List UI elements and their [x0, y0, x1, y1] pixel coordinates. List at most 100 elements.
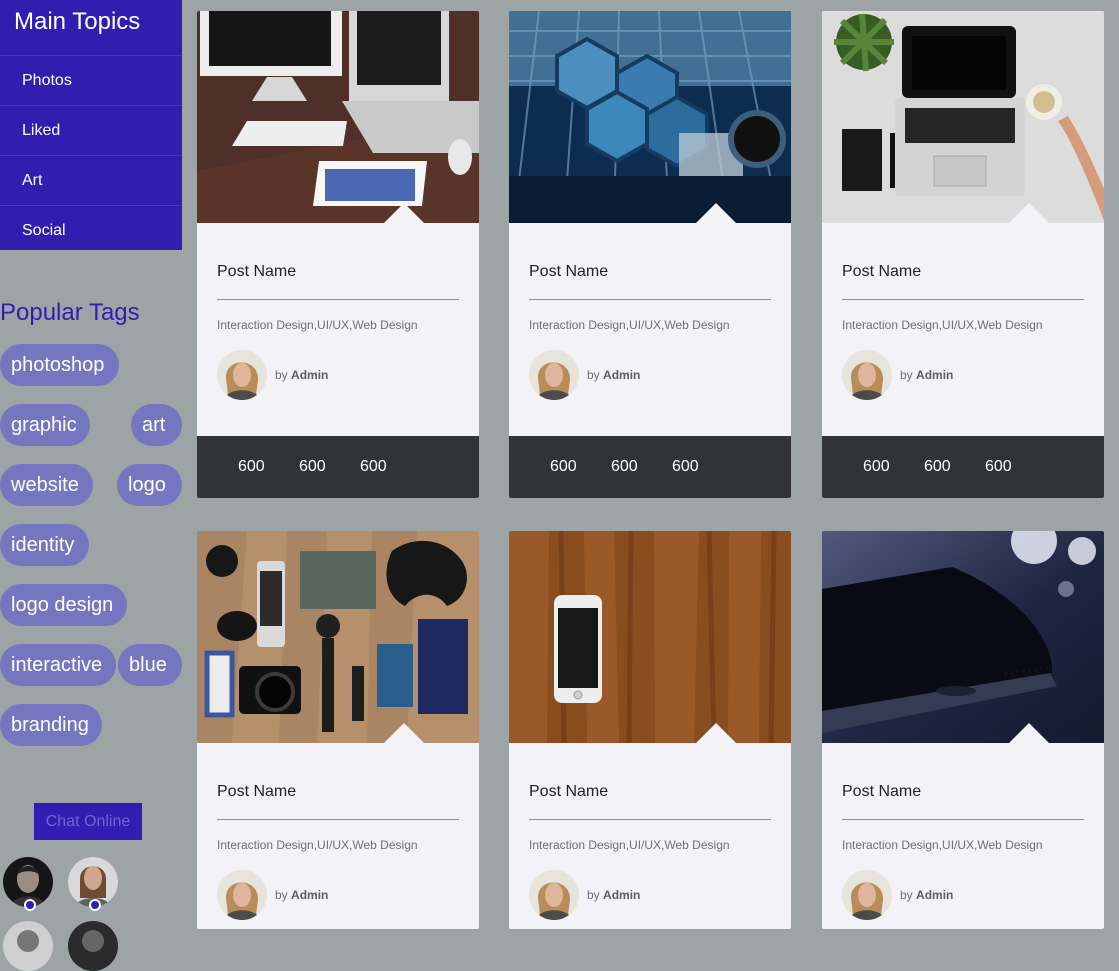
- image-notch: [1009, 203, 1049, 223]
- author-avatar-icon: [842, 350, 892, 400]
- post-card-footer: 600 600 600: [509, 436, 791, 498]
- post-author: by Admin: [900, 368, 953, 382]
- tag-art[interactable]: art: [131, 404, 182, 446]
- dark-phone-photo-icon: [822, 531, 1104, 743]
- post-image[interactable]: [509, 11, 791, 223]
- popular-tags-title: Popular Tags: [0, 299, 140, 326]
- author-avatar[interactable]: [842, 870, 892, 920]
- post-card-footer: 600 600 600: [197, 436, 479, 498]
- phone-on-wood-photo-icon: [509, 531, 791, 743]
- author-avatar[interactable]: [842, 350, 892, 400]
- post-card-body: Post Name Interaction Design,UI/UX,Web D…: [822, 223, 1104, 436]
- image-notch: [384, 723, 424, 743]
- post-card[interactable]: Post Name Interaction Design,UI/UX,Web D…: [822, 11, 1104, 498]
- main-topics-list: Photos Liked Art Social: [0, 55, 182, 255]
- image-notch: [696, 723, 736, 743]
- post-image[interactable]: [509, 531, 791, 743]
- post-card[interactable]: Post Name Interaction Design,UI/UX,Web D…: [197, 531, 479, 929]
- author-prefix: by: [900, 888, 913, 902]
- post-author: by Admin: [275, 368, 328, 382]
- tag-interactive[interactable]: interactive: [0, 644, 116, 686]
- post-image[interactable]: [197, 11, 479, 223]
- post-stat: 600: [924, 458, 951, 475]
- post-stat: 600: [299, 458, 326, 475]
- topic-liked[interactable]: Liked: [0, 105, 182, 155]
- post-card[interactable]: Post Name Interaction Design,UI/UX,Web D…: [197, 11, 479, 498]
- author-prefix: by: [275, 888, 288, 902]
- chat-online-button[interactable]: Chat Online: [34, 803, 142, 840]
- post-stat: 600: [863, 458, 890, 475]
- author-name-link[interactable]: Admin: [291, 368, 328, 382]
- post-image[interactable]: [822, 11, 1104, 223]
- author-name-link[interactable]: Admin: [916, 368, 953, 382]
- post-author: by Admin: [587, 368, 640, 382]
- post-card-body: Post Name Interaction Design,UI/UX,Web D…: [197, 223, 479, 436]
- post-card[interactable]: Post Name Interaction Design,UI/UX,Web D…: [509, 531, 791, 929]
- post-name[interactable]: Post Name: [529, 263, 608, 281]
- author-name-link[interactable]: Admin: [603, 888, 640, 902]
- author-avatar-icon: [842, 870, 892, 920]
- author-avatar-icon: [217, 350, 267, 400]
- author-avatar[interactable]: [217, 350, 267, 400]
- post-name[interactable]: Post Name: [529, 783, 608, 801]
- post-divider: [842, 299, 1084, 300]
- topic-social[interactable]: Social: [0, 205, 182, 255]
- author-prefix: by: [900, 368, 913, 382]
- main-topics-panel: Main Topics Photos Liked Art Social: [0, 0, 182, 250]
- tag-graphic[interactable]: graphic: [0, 404, 90, 446]
- author-prefix: by: [587, 888, 600, 902]
- author-name-link[interactable]: Admin: [603, 368, 640, 382]
- desk-workspace-photo-icon: [197, 11, 479, 223]
- post-stat: 600: [238, 458, 265, 475]
- post-categories: Interaction Design,UI/UX,Web Design: [217, 838, 418, 852]
- main-topics-title: Main Topics: [14, 8, 141, 35]
- tag-branding[interactable]: branding: [0, 704, 102, 746]
- author-avatar-icon: [217, 870, 267, 920]
- post-image[interactable]: [822, 531, 1104, 743]
- post-stat: 600: [360, 458, 387, 475]
- post-image[interactable]: [197, 531, 479, 743]
- author-name-link[interactable]: Admin: [916, 888, 953, 902]
- post-stat: 600: [672, 458, 699, 475]
- post-card-body: Post Name Interaction Design,UI/UX,Web D…: [509, 743, 791, 929]
- post-name[interactable]: Post Name: [217, 263, 296, 281]
- author-avatar[interactable]: [529, 870, 579, 920]
- post-divider: [217, 819, 459, 820]
- post-card-body: Post Name Interaction Design,UI/UX,Web D…: [509, 223, 791, 436]
- sidebar: Main Topics Photos Liked Art Social Popu…: [0, 0, 182, 971]
- tag-logo[interactable]: logo: [117, 464, 182, 506]
- author-prefix: by: [587, 368, 600, 382]
- post-author: by Admin: [587, 888, 640, 902]
- tag-blue[interactable]: blue: [118, 644, 182, 686]
- author-prefix: by: [275, 368, 288, 382]
- post-categories: Interaction Design,UI/UX,Web Design: [217, 318, 418, 332]
- post-divider: [529, 819, 771, 820]
- tag-photoshop[interactable]: photoshop: [0, 344, 119, 386]
- post-card-body: Post Name Interaction Design,UI/UX,Web D…: [822, 743, 1104, 929]
- post-card-footer: 600 600 600: [822, 436, 1104, 498]
- post-card[interactable]: Post Name Interaction Design,UI/UX,Web D…: [509, 11, 791, 498]
- post-name[interactable]: Post Name: [842, 783, 921, 801]
- topic-photos[interactable]: Photos: [0, 55, 182, 105]
- post-divider: [529, 299, 771, 300]
- post-divider: [217, 299, 459, 300]
- post-divider: [842, 819, 1084, 820]
- post-stat: 600: [550, 458, 577, 475]
- tag-website[interactable]: website: [0, 464, 93, 506]
- tag-logo-design[interactable]: logo design: [0, 584, 127, 626]
- topic-art[interactable]: Art: [0, 155, 182, 205]
- author-avatar[interactable]: [529, 350, 579, 400]
- tag-identity[interactable]: identity: [0, 524, 89, 566]
- post-name[interactable]: Post Name: [842, 263, 921, 281]
- gadgets-flatlay-photo-icon: [197, 531, 479, 743]
- post-categories: Interaction Design,UI/UX,Web Design: [529, 838, 730, 852]
- post-card-body: Post Name Interaction Design,UI/UX,Web D…: [197, 743, 479, 929]
- post-categories: Interaction Design,UI/UX,Web Design: [842, 838, 1043, 852]
- chat-user-avatar-2[interactable]: [68, 857, 118, 911]
- online-status-dot: [89, 899, 101, 911]
- author-name-link[interactable]: Admin: [291, 888, 328, 902]
- post-card[interactable]: Post Name Interaction Design,UI/UX,Web D…: [822, 531, 1104, 929]
- chat-user-avatar-1[interactable]: [3, 857, 53, 911]
- post-name[interactable]: Post Name: [217, 783, 296, 801]
- author-avatar[interactable]: [217, 870, 267, 920]
